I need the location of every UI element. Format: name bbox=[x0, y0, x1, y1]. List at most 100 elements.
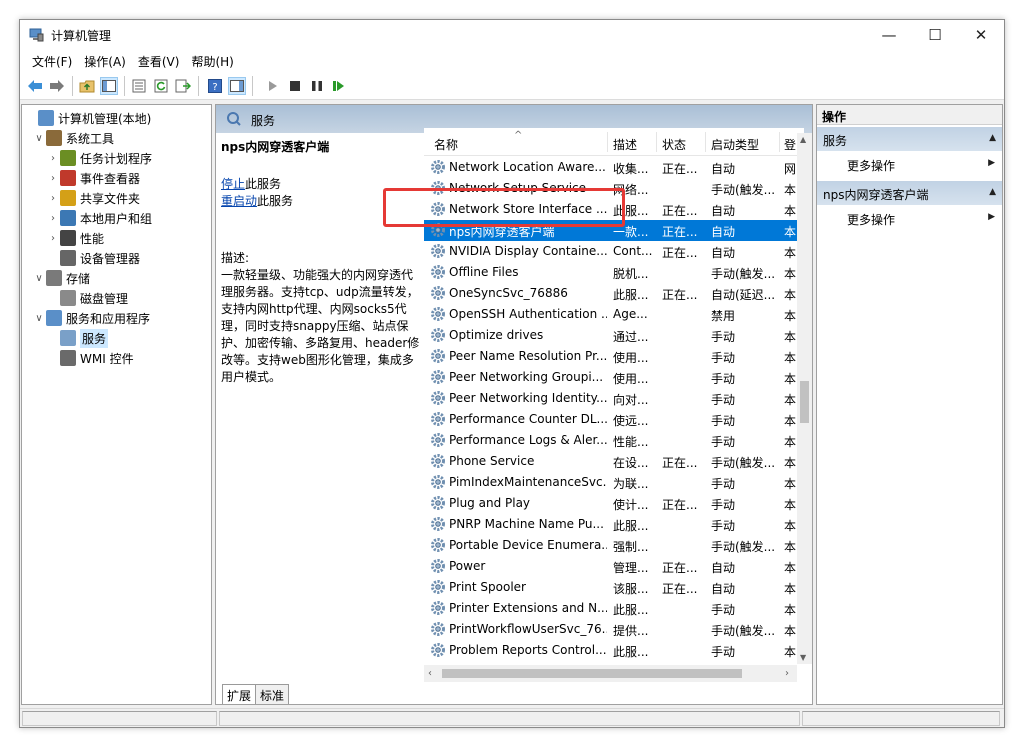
actions-section-nps[interactable]: nps内网穿透客户端 ▲ bbox=[817, 181, 1002, 205]
tree-item-label: 本地用户和组 bbox=[80, 211, 153, 226]
menu-action[interactable]: 操作(A) bbox=[78, 50, 132, 72]
service-row[interactable]: Plug and Play 使计... 正在... 手动本 bbox=[424, 493, 804, 514]
expander-icon[interactable]: › bbox=[46, 173, 60, 184]
tree-item[interactable]: ∨ 存储 bbox=[32, 268, 90, 288]
show-action-pane-icon[interactable] bbox=[228, 77, 246, 95]
tab-standard[interactable]: 标准 bbox=[255, 684, 290, 704]
horizontal-scroll-thumb[interactable] bbox=[442, 669, 742, 678]
service-row[interactable]: Problem Reports Control... 此服... 手动本 bbox=[424, 640, 804, 661]
toolbar: ? bbox=[20, 72, 1004, 100]
expander-icon[interactable]: › bbox=[46, 193, 60, 204]
stop-service-icon[interactable] bbox=[286, 77, 304, 95]
properties-list-icon[interactable] bbox=[130, 77, 148, 95]
column-log-on-as[interactable]: 登 bbox=[784, 136, 796, 153]
restart-service-link[interactable]: 重启动 bbox=[221, 194, 257, 208]
storage-icon bbox=[46, 270, 62, 286]
service-startup-type: 手动(触发... bbox=[711, 183, 776, 197]
back-icon[interactable] bbox=[26, 77, 44, 95]
service-row[interactable]: Network Location Aware... 收集... 正在... 自动网 bbox=[424, 157, 804, 178]
service-row[interactable]: Printer Extensions and N... 此服... 手动本 bbox=[424, 598, 804, 619]
up-folder-icon[interactable] bbox=[78, 77, 96, 95]
tree-item[interactable]: 服务 bbox=[46, 328, 109, 348]
export-list-icon[interactable] bbox=[174, 77, 192, 95]
performance-icon bbox=[60, 230, 76, 246]
service-row[interactable]: Phone Service 在设... 正在... 手动(触发... 本 bbox=[424, 451, 804, 472]
service-row[interactable]: Offline Files 脱机... 手动(触发... 本 bbox=[424, 262, 804, 283]
service-row[interactable]: Optimize drives 通过... 手动本 bbox=[424, 325, 804, 346]
vertical-scrollbar[interactable]: ▲ ▼ bbox=[797, 133, 812, 664]
vertical-scroll-thumb[interactable] bbox=[800, 381, 809, 423]
tree-item[interactable]: 磁盘管理 bbox=[46, 288, 128, 308]
minimize-button[interactable]: — bbox=[866, 20, 912, 50]
service-row[interactable]: Power 管理... 正在... 自动本 bbox=[424, 556, 804, 577]
close-button[interactable]: ✕ bbox=[958, 20, 1004, 50]
scroll-up-icon[interactable]: ▲ bbox=[800, 135, 806, 144]
help-icon[interactable]: ? bbox=[206, 77, 224, 95]
tree-item[interactable]: › 任务计划程序 bbox=[46, 148, 152, 168]
expander-icon[interactable]: ∨ bbox=[32, 273, 46, 284]
service-row[interactable]: OneSyncSvc_76886 此服... 正在... 自动(延迟... 本 bbox=[424, 283, 804, 304]
service-row[interactable]: NVIDIA Display Containe... Cont... 正在... 自动… bbox=[424, 241, 804, 262]
computer-management-window: 计算机管理 — ☐ ✕ 文件(F) 操作(A) 查看(V) 帮助(H) ? 计算… bbox=[19, 19, 1005, 728]
column-description[interactable]: 描述 bbox=[613, 136, 637, 153]
start-service-icon[interactable] bbox=[264, 77, 282, 95]
scroll-down-icon[interactable]: ▼ bbox=[800, 653, 806, 662]
service-row[interactable]: PrintWorkflowUserSvc_76... 提供... 手动(触发... 本 bbox=[424, 619, 804, 640]
tree-item[interactable]: › 共享文件夹 bbox=[46, 188, 140, 208]
menu-file[interactable]: 文件(F) bbox=[26, 50, 78, 72]
column-startup-type[interactable]: 启动类型 bbox=[711, 136, 759, 153]
menu-view[interactable]: 查看(V) bbox=[132, 50, 186, 72]
expander-icon[interactable]: › bbox=[46, 213, 60, 224]
shared-folder-icon bbox=[60, 190, 76, 206]
scroll-right-icon[interactable]: › bbox=[785, 668, 789, 679]
clock-icon bbox=[60, 150, 76, 166]
tree-item[interactable]: 设备管理器 bbox=[46, 248, 140, 268]
service-name: Performance Logs & Aler... bbox=[449, 433, 607, 447]
menu-help[interactable]: 帮助(H) bbox=[185, 50, 239, 72]
collapse-icon[interactable]: ▲ bbox=[989, 133, 996, 143]
expander-icon[interactable]: ∨ bbox=[32, 133, 46, 144]
horizontal-scrollbar[interactable]: ‹ › bbox=[424, 665, 797, 682]
expander-icon[interactable]: › bbox=[46, 233, 60, 244]
stop-service-link[interactable]: 停止 bbox=[221, 177, 245, 191]
expander-icon[interactable]: ∨ bbox=[32, 313, 46, 324]
service-startup-type: 手动 bbox=[711, 393, 736, 407]
more-actions-nps[interactable]: 更多操作 ▶ bbox=[817, 207, 1002, 229]
column-status[interactable]: 状态 bbox=[662, 136, 686, 153]
service-gear-icon bbox=[430, 369, 446, 385]
tree-item[interactable]: WMI 控件 bbox=[46, 348, 134, 368]
service-row[interactable]: PNRP Machine Name Pu... 此服... 手动本 bbox=[424, 514, 804, 535]
show-console-tree-icon[interactable] bbox=[100, 77, 118, 95]
refresh-icon[interactable] bbox=[152, 77, 170, 95]
service-startup-type: 手动 bbox=[711, 645, 736, 659]
service-status: 正在... bbox=[662, 582, 698, 596]
tree-item[interactable]: › 本地用户和组 bbox=[46, 208, 152, 228]
maximize-button[interactable]: ☐ bbox=[912, 20, 958, 50]
service-row[interactable]: Print Spooler 该服... 正在... 自动本 bbox=[424, 577, 804, 598]
scroll-left-icon[interactable]: ‹ bbox=[428, 668, 432, 679]
tree-item[interactable]: › 性能 bbox=[46, 228, 104, 248]
service-gear-icon bbox=[430, 348, 446, 364]
expander-icon[interactable]: › bbox=[46, 153, 60, 164]
column-name[interactable]: 名称 bbox=[434, 136, 458, 153]
tree-item[interactable]: › 事件查看器 bbox=[46, 168, 140, 188]
service-row[interactable]: Peer Networking Groupi... 使用... 手动本 bbox=[424, 367, 804, 388]
service-name: PimIndexMaintenanceSvc... bbox=[449, 475, 607, 489]
actions-section-services[interactable]: 服务 ▲ bbox=[817, 127, 1002, 151]
forward-icon[interactable] bbox=[48, 77, 66, 95]
service-row[interactable]: Performance Counter DL... 使远... 手动本 bbox=[424, 409, 804, 430]
tree-item[interactable]: 计算机管理(本地) bbox=[24, 108, 151, 128]
tree-item[interactable]: ∨ 服务和应用程序 bbox=[32, 308, 150, 328]
service-row[interactable]: OpenSSH Authentication ... Age... 禁用本 bbox=[424, 304, 804, 325]
tree-item[interactable]: ∨ 系统工具 bbox=[32, 128, 114, 148]
collapse-icon[interactable]: ▲ bbox=[989, 187, 996, 197]
restart-service-icon[interactable] bbox=[330, 77, 348, 95]
service-row[interactable]: Peer Name Resolution Pr... 使用... 手动本 bbox=[424, 346, 804, 367]
service-row[interactable]: PimIndexMaintenanceSvc... 为联... 手动本 bbox=[424, 472, 804, 493]
tab-extended[interactable]: 扩展 bbox=[222, 684, 257, 704]
pause-service-icon[interactable] bbox=[308, 77, 326, 95]
service-row[interactable]: Performance Logs & Aler... 性能... 手动本 bbox=[424, 430, 804, 451]
service-row[interactable]: Peer Networking Identity... 向对... 手动本 bbox=[424, 388, 804, 409]
service-row[interactable]: Portable Device Enumera... 强制... 手动(触发... 本 bbox=[424, 535, 804, 556]
more-actions-services[interactable]: 更多操作 ▶ bbox=[817, 153, 1002, 175]
